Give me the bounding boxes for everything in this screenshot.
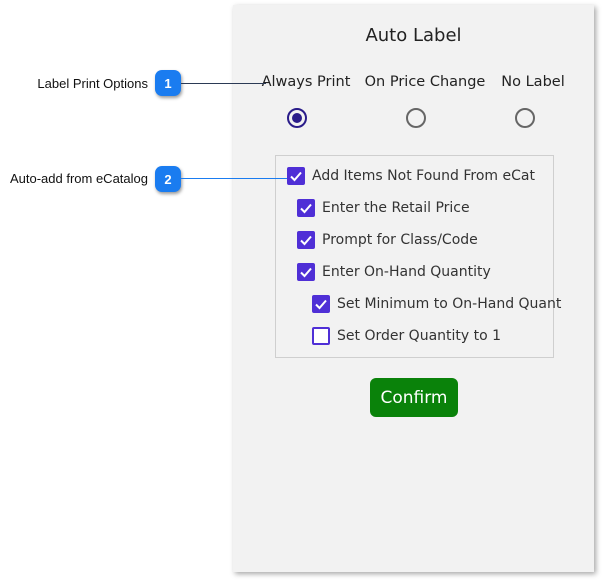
- checkbox-row[interactable]: Add Items Not Found From eCat: [287, 166, 535, 186]
- radio-no-label[interactable]: [515, 108, 535, 128]
- checkbox-checked[interactable]: [297, 263, 315, 281]
- checkbox-row[interactable]: Prompt for Class/Code: [297, 230, 478, 250]
- checkbox-row[interactable]: Set Minimum to On-Hand Quant: [312, 294, 561, 314]
- checkbox-label: Prompt for Class/Code: [322, 232, 478, 248]
- checkbox-checked[interactable]: [297, 199, 315, 217]
- option-label-no-label: No Label: [501, 74, 565, 90]
- checkbox-row[interactable]: Enter the Retail Price: [297, 198, 470, 218]
- checkbox-row[interactable]: Set Order Quantity to 1: [312, 326, 501, 346]
- checkbox-checked[interactable]: [287, 167, 305, 185]
- check-icon: [290, 171, 302, 182]
- checkbox-label: Enter the Retail Price: [322, 200, 470, 216]
- check-icon: [315, 299, 327, 310]
- option-label-on-price-change: On Price Change: [364, 74, 486, 90]
- checkbox-label: Set Order Quantity to 1: [337, 328, 502, 344]
- checkbox-row[interactable]: Enter On-Hand Quantity: [297, 262, 491, 282]
- option-label-always-print: Always Print: [261, 74, 351, 90]
- callout-line-1: [181, 83, 266, 84]
- callout-label-print-options: Label Print Options: [37, 76, 148, 91]
- callout-badge-1: 1: [155, 70, 181, 96]
- checkbox-checked[interactable]: [297, 231, 315, 249]
- check-icon: [300, 203, 312, 214]
- callout-line-2: [181, 178, 287, 179]
- checkbox-label: Enter On-Hand Quantity: [322, 264, 491, 280]
- callout-badge-2: 2: [155, 166, 181, 192]
- confirm-button[interactable]: Confirm: [370, 378, 458, 417]
- radio-on-price-change[interactable]: [406, 108, 426, 128]
- check-icon: [300, 235, 312, 246]
- checkbox-label: Add Items Not Found From eCat: [312, 168, 535, 184]
- check-icon: [300, 267, 312, 278]
- checkbox-checked[interactable]: [312, 295, 330, 313]
- checkbox-unchecked[interactable]: [312, 327, 330, 345]
- checkbox-label: Set Minimum to On-Hand Quant: [337, 296, 562, 312]
- radio-always-print[interactable]: [287, 108, 307, 128]
- dialog-title: Auto Label: [365, 25, 462, 46]
- callout-label-auto-add: Auto-add from eCatalog: [9, 171, 148, 186]
